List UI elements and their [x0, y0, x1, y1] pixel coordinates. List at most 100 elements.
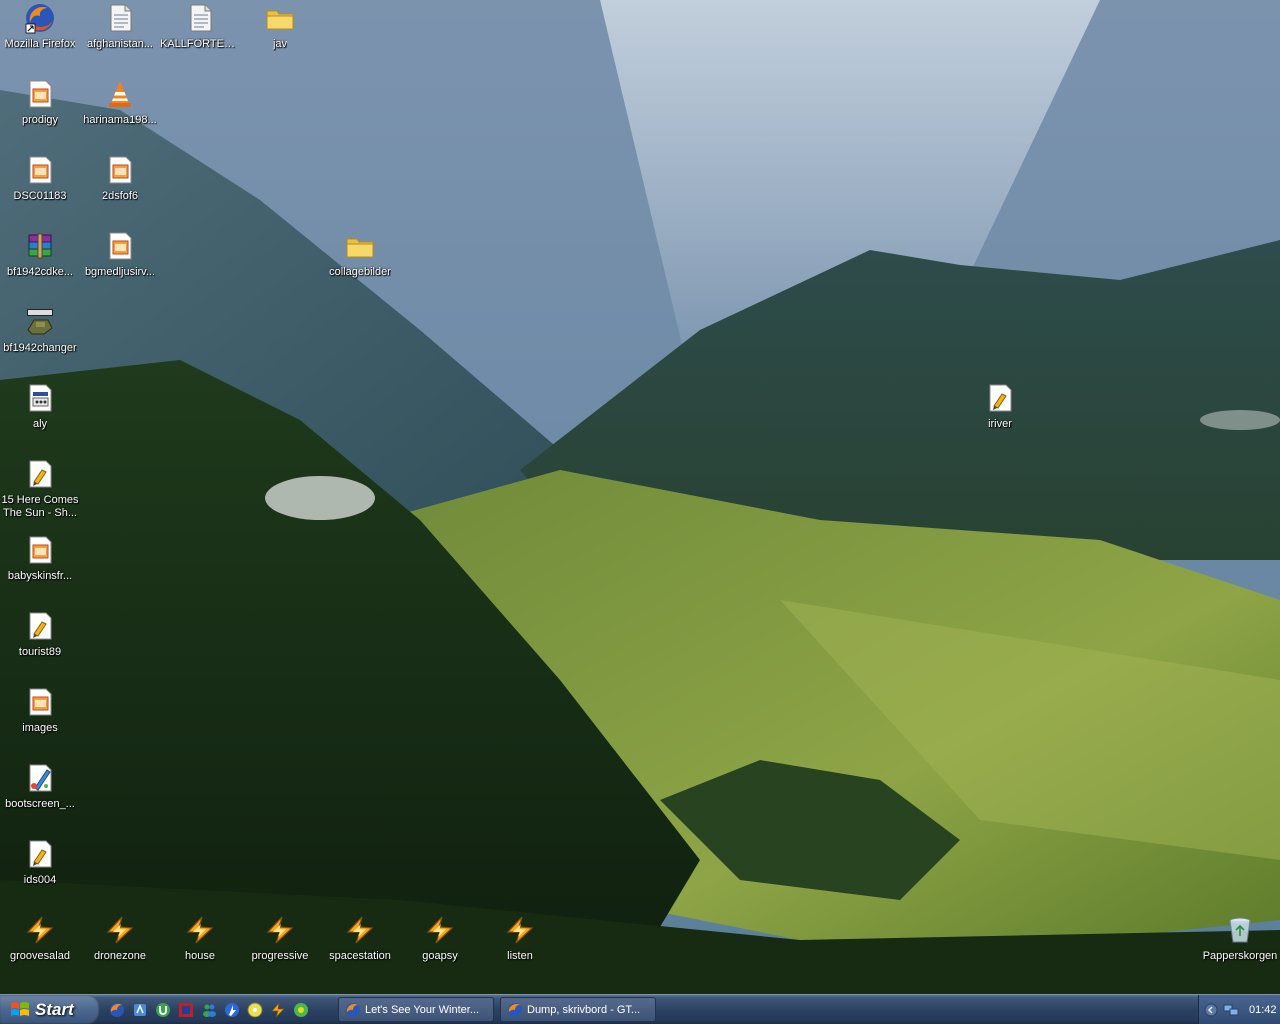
- desktop-icon-groovesalad[interactable]: groovesalad: [0, 914, 80, 963]
- desktop-icon-images[interactable]: images: [0, 686, 80, 735]
- desktop-icon-prodigy[interactable]: prodigy: [0, 78, 80, 127]
- desktop-icon-kallfortec[interactable]: KÄLLFÖRTEC...: [160, 2, 240, 51]
- image-file-icon: [24, 154, 56, 186]
- document-icon: [104, 2, 136, 34]
- firefox-icon[interactable]: [108, 1001, 126, 1019]
- desktop-icon-harinama[interactable]: harinama198...: [80, 78, 160, 127]
- icon-label: dronezone: [94, 950, 146, 962]
- folder-icon: [344, 230, 376, 262]
- desktop-icon-mozilla-firefox[interactable]: Mozilla Firefox: [0, 2, 80, 51]
- icon-label: KÄLLFÖRTEC...: [160, 38, 240, 50]
- winamp-playlist-icon: [264, 914, 296, 946]
- desktop-icon-babyskinsfr[interactable]: babyskinsfr...: [0, 534, 80, 583]
- icon-label: harinama198...: [83, 114, 157, 126]
- winamp-icon[interactable]: [269, 1001, 287, 1019]
- icon-label: prodigy: [21, 114, 59, 126]
- image-file-icon: [24, 78, 56, 110]
- azureus-icon[interactable]: [223, 1001, 241, 1019]
- recycle-bin-icon: [1224, 914, 1256, 946]
- icon-label: DSC01183: [13, 190, 67, 202]
- desktop-icon-bootscreen[interactable]: bootscreen_...: [0, 762, 80, 811]
- windows-flag-icon: [11, 1001, 29, 1016]
- winamp-playlist-icon: [344, 914, 376, 946]
- icon-label: afghanistan...: [86, 38, 154, 50]
- desktop-icon-dsc01183[interactable]: DSC01183: [0, 154, 80, 203]
- firefox-icon: [346, 1002, 360, 1017]
- desktop-icon-bgmedljusirv[interactable]: bgmedljusirv...: [80, 230, 160, 279]
- desktop-icon-bf1942cdke[interactable]: bf1942cdke...: [0, 230, 80, 279]
- start-button[interactable]: Start: [0, 995, 100, 1024]
- icon-label: house: [185, 950, 215, 962]
- desktop[interactable]: Mozilla Firefox afghanistan... KÄLLFÖRTE…: [0, 0, 1280, 994]
- image-file-icon: [104, 154, 136, 186]
- document-icon: [184, 2, 216, 34]
- vlc-cone-icon: [104, 78, 136, 110]
- desktop-icon-tourist89[interactable]: tourist89: [0, 610, 80, 659]
- icon-label: listen: [507, 950, 533, 962]
- winamp-playlist-icon: [24, 914, 56, 946]
- icon-label: Mozilla Firefox: [4, 38, 76, 50]
- icon-label: aly: [32, 418, 48, 430]
- audio-file-icon: [24, 458, 56, 490]
- settings-file-icon: [24, 382, 56, 414]
- media-icon[interactable]: [177, 1001, 195, 1019]
- battlefield-app-icon: [24, 306, 56, 338]
- icon-label: babyskinsfr...: [7, 570, 73, 582]
- icon-label: 2dsfof6: [101, 190, 139, 202]
- audio-file-icon: [24, 838, 56, 870]
- icon-label: ids004: [23, 874, 57, 886]
- task-label: Let's See Your Winter...: [365, 1003, 480, 1016]
- image-file-icon: [104, 230, 136, 262]
- tray-arrow-icon[interactable]: [1203, 1002, 1219, 1018]
- audio-file-icon: [984, 382, 1016, 414]
- desktop-icon-aly[interactable]: aly: [0, 382, 80, 431]
- icon-label: groovesalad: [10, 950, 70, 962]
- desktop-icon-listen[interactable]: listen: [480, 914, 560, 963]
- system-tray: 01:42: [1198, 995, 1280, 1024]
- desktop-icon-iriver[interactable]: iriver: [960, 382, 1040, 431]
- task-button-lets-see-your-winter[interactable]: Let's See Your Winter...: [338, 997, 494, 1022]
- task-button-dump-skrivbord[interactable]: Dump, skrivbord - GT...: [500, 997, 656, 1022]
- utorrent-icon[interactable]: [154, 1001, 172, 1019]
- winamp-playlist-icon: [424, 914, 456, 946]
- disc-icon[interactable]: [246, 1001, 264, 1019]
- image-file-icon: [24, 686, 56, 718]
- messenger-icon[interactable]: [200, 1001, 218, 1019]
- icon-label: Papperskorgen: [1202, 950, 1278, 962]
- program-icon[interactable]: [292, 1001, 310, 1019]
- explorer-icon[interactable]: [131, 1001, 149, 1019]
- winamp-playlist-icon: [104, 914, 136, 946]
- icon-label: collagebilder: [329, 266, 391, 278]
- desktop-icon-recycle-bin[interactable]: Papperskorgen: [1200, 914, 1280, 963]
- icon-label: progressive: [251, 950, 309, 962]
- network-icon[interactable]: [1223, 1002, 1239, 1018]
- firefox-shortcut-icon: [24, 2, 56, 34]
- desktop-icon-2dsfof6[interactable]: 2dsfof6: [80, 154, 160, 203]
- desktop-icon-house[interactable]: house: [160, 914, 240, 963]
- quick-launch: [108, 999, 315, 1021]
- desktop-icon-afghanistan[interactable]: afghanistan...: [80, 2, 160, 51]
- image-file-icon: [24, 534, 56, 566]
- task-label: Dump, skrivbord - GT...: [527, 1003, 641, 1016]
- desktop-icon-jav[interactable]: jav: [240, 2, 320, 51]
- paint-file-icon: [24, 762, 56, 794]
- desktop-icon-here-comes-the-sun[interactable]: 15 Here Comes The Sun - Sh...: [0, 458, 80, 520]
- desktop-icon-bf1942changer[interactable]: bf1942changer: [0, 306, 80, 355]
- desktop-icon-spacestation[interactable]: spacestation: [320, 914, 400, 963]
- desktop-icon-collagebilder[interactable]: collagebilder: [320, 230, 400, 279]
- desktop-icon-goapsy[interactable]: goapsy: [400, 914, 480, 963]
- desktop-icon-progressive[interactable]: progressive: [240, 914, 320, 963]
- start-label: Start: [35, 999, 74, 1019]
- audio-file-icon: [24, 610, 56, 642]
- icon-label: iriver: [988, 418, 1012, 430]
- icon-label: 15 Here Comes The Sun - Sh...: [1, 494, 79, 519]
- taskbar: Start Let's See Your Winter... Dump, skr…: [0, 994, 1280, 1024]
- wallpaper-mountain-valley: [0, 0, 1280, 994]
- desktop-icon-ids004[interactable]: ids004: [0, 838, 80, 887]
- desktop-icon-dronezone[interactable]: dronezone: [80, 914, 160, 963]
- firefox-icon: [508, 1002, 522, 1017]
- winrar-archive-icon: [24, 230, 56, 262]
- icon-label: jav: [272, 38, 288, 50]
- winamp-playlist-icon: [184, 914, 216, 946]
- icon-label: spacestation: [329, 950, 391, 962]
